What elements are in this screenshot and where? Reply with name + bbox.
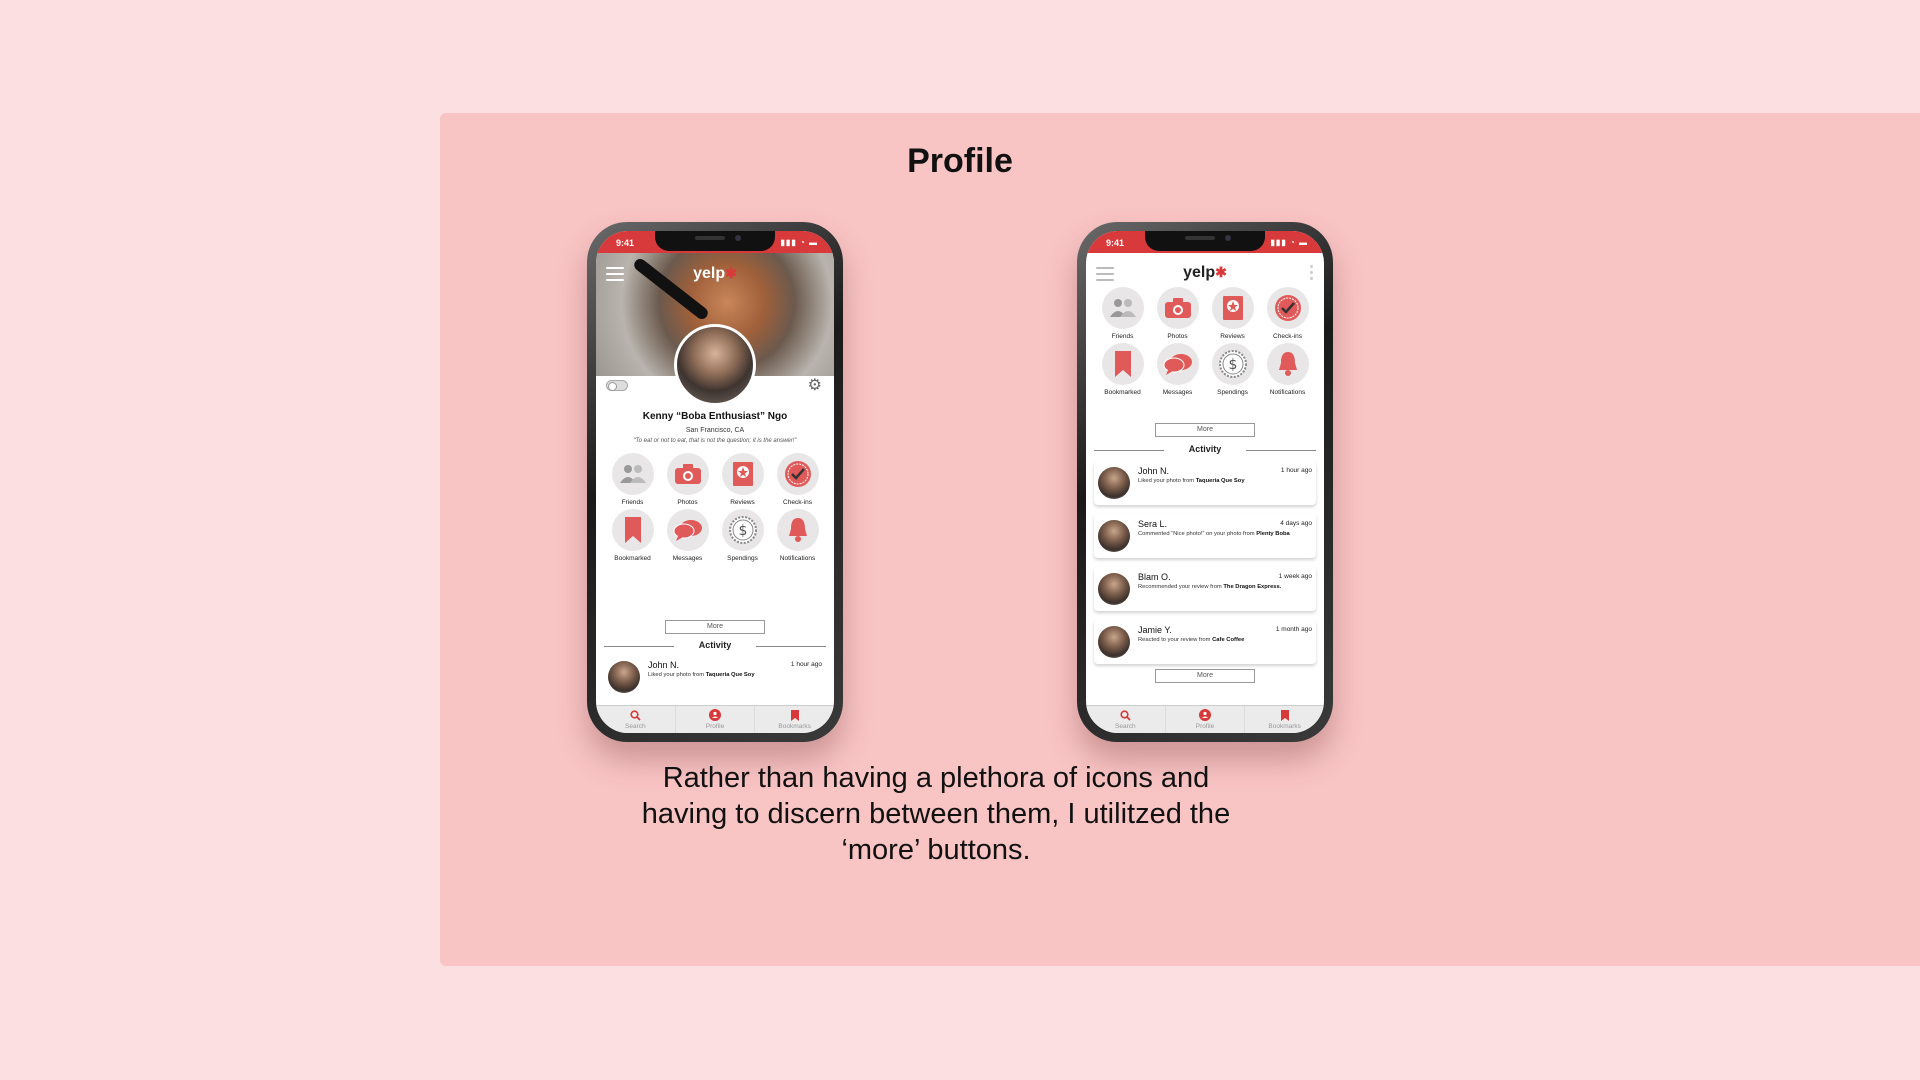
bookmark-icon: [624, 517, 641, 543]
profile-icon: [709, 709, 721, 721]
signal-icon: ▮▮▮ ◔ ▬: [780, 238, 818, 247]
reviews-icon: [732, 462, 753, 486]
search-icon: [629, 709, 641, 721]
page-title: Profile: [907, 142, 1013, 180]
privacy-toggle[interactable]: [606, 380, 628, 391]
camera-icon: [674, 464, 701, 484]
checkin-icon: [784, 461, 811, 487]
grid-item-checkins[interactable]: Check-ins: [770, 453, 825, 506]
grid-item-photos[interactable]: Photos: [660, 453, 715, 506]
svg-text:$: $: [738, 523, 747, 539]
messages-icon: [673, 520, 702, 541]
status-time: 9:41: [1106, 238, 1125, 248]
more-activity-button[interactable]: More: [1155, 669, 1255, 683]
tab-search[interactable]: Search: [1086, 706, 1166, 733]
tab-bar: Search Profile Bookmarks: [1086, 705, 1324, 733]
profile-avatar[interactable]: [674, 324, 756, 406]
more-button[interactable]: More: [665, 620, 765, 634]
phone-notch: [1145, 231, 1265, 251]
yelp-logo: yelp✱: [693, 265, 737, 282]
grid-item-friends[interactable]: Friends: [1095, 287, 1150, 340]
profile-icon-grid: Friends Photos Reviews Check-ins Bookmar…: [1095, 287, 1315, 396]
activity-item[interactable]: John N. 1 hour ago Liked your photo from…: [1094, 461, 1316, 505]
grid-item-photos[interactable]: Photos: [1150, 287, 1205, 340]
grid-item-checkins[interactable]: Check-ins: [1260, 287, 1315, 340]
caption-text: Rather than having a plethora of icons a…: [641, 762, 1231, 866]
friends-icon: [1109, 299, 1136, 317]
avatar: [608, 661, 640, 693]
tab-profile[interactable]: Profile: [676, 706, 756, 733]
grid-item-reviews[interactable]: Reviews: [1205, 287, 1260, 340]
bookmark-icon: [789, 709, 801, 721]
activity-header: Activity: [1094, 443, 1316, 457]
bookmark-icon: [1114, 351, 1131, 377]
grid-item-notifications[interactable]: Notifications: [770, 509, 825, 562]
status-time: 9:41: [616, 238, 635, 248]
activity-item[interactable]: John N. 1 hour ago Liked your photo from…: [604, 655, 826, 699]
grid-item-bookmarked[interactable]: Bookmarked: [605, 509, 660, 562]
dollar-icon: $: [1218, 350, 1247, 378]
tab-bookmarks[interactable]: Bookmarks: [755, 706, 834, 733]
phone-screen: 9:41 ▮▮▮ ◔ ▬ yelp✱ Friends Photos Review…: [1086, 231, 1324, 733]
grid-item-spendings[interactable]: $ Spendings: [715, 509, 770, 562]
profile-location: San Francisco, CA: [685, 427, 745, 434]
tab-bar: Search Profile Bookmarks: [596, 705, 834, 733]
phone-screen: 9:41 ▮▮▮ ◔ ▬ yelp✱ ⚙ Kenny “Boba Enthusi…: [596, 231, 834, 733]
activity-title: Activity: [698, 640, 732, 650]
grid-item-messages[interactable]: Messages: [1150, 343, 1205, 396]
grid-item-friends[interactable]: Friends: [605, 453, 660, 506]
messages-icon: [1163, 354, 1192, 375]
grid-item-reviews[interactable]: Reviews: [715, 453, 770, 506]
gear-icon[interactable]: ⚙: [808, 375, 822, 395]
dollar-icon: $: [728, 516, 757, 544]
profile-icon-grid: Friends Photos Reviews Check-ins Bookmar…: [605, 453, 825, 562]
camera-icon: [1164, 298, 1191, 318]
activity-title: Activity: [1188, 444, 1222, 454]
activity-header: Activity: [604, 639, 826, 653]
grid-item-bookmarked[interactable]: Bookmarked: [1095, 343, 1150, 396]
activity-item[interactable]: Jamie Y. 1 month ago Reacted to your rev…: [1094, 620, 1316, 664]
bookmark-icon: [1279, 709, 1291, 721]
phone-notch: [655, 231, 775, 251]
friends-icon: [619, 465, 646, 483]
avatar: [1098, 520, 1130, 552]
profile-quote: “To eat or not to eat, that is not the q…: [633, 438, 797, 444]
profile-name: Kenny “Boba Enthusiast” Ngo: [642, 411, 788, 422]
svg-text:$: $: [1228, 357, 1237, 373]
avatar: [1098, 573, 1130, 605]
avatar: [1098, 467, 1130, 499]
reviews-icon: [1222, 296, 1243, 320]
more-button[interactable]: More: [1155, 423, 1255, 437]
menu-icon[interactable]: [1096, 267, 1114, 285]
grid-item-notifications[interactable]: Notifications: [1260, 343, 1315, 396]
tab-profile[interactable]: Profile: [1166, 706, 1246, 733]
tab-search[interactable]: Search: [596, 706, 676, 733]
avatar: [1098, 626, 1130, 658]
bell-icon: [1278, 352, 1297, 376]
more-options-icon[interactable]: [1310, 265, 1314, 283]
bell-icon: [788, 518, 807, 542]
activity-item[interactable]: Sera L. 4 days ago Commented “Nice photo…: [1094, 514, 1316, 558]
checkin-icon: [1274, 295, 1301, 321]
search-icon: [1119, 709, 1131, 721]
activity-item[interactable]: Blam O. 1 week ago Recommended your revi…: [1094, 567, 1316, 611]
tab-bookmarks[interactable]: Bookmarks: [1245, 706, 1324, 733]
phone-mockup-activity: 9:41 ▮▮▮ ◔ ▬ yelp✱ Friends Photos Review…: [1077, 222, 1333, 742]
grid-item-spendings[interactable]: $ Spendings: [1205, 343, 1260, 396]
yelp-logo: yelp✱: [1183, 264, 1227, 281]
grid-item-messages[interactable]: Messages: [660, 509, 715, 562]
menu-icon[interactable]: [606, 267, 624, 285]
profile-icon: [1199, 709, 1211, 721]
phone-mockup-profile: 9:41 ▮▮▮ ◔ ▬ yelp✱ ⚙ Kenny “Boba Enthusi…: [587, 222, 843, 742]
signal-icon: ▮▮▮ ◔ ▬: [1270, 238, 1308, 247]
